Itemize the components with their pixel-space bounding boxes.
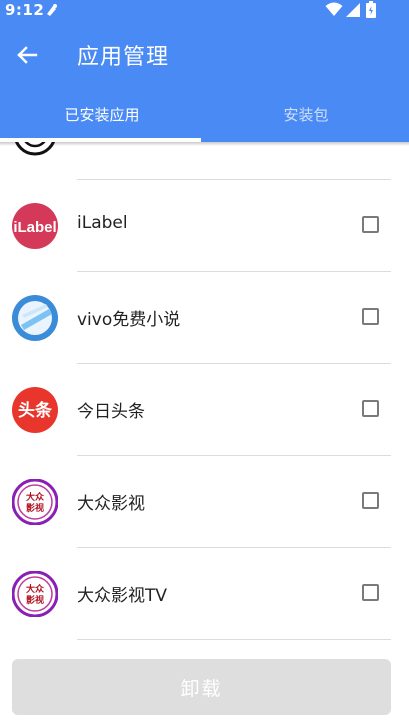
battery-icon <box>366 1 376 18</box>
app-name: 大众影视 <box>77 494 145 514</box>
vivo-novel-app-icon <box>12 295 58 341</box>
ilabel-icon-text: iLabel <box>13 219 56 236</box>
back-arrow-icon[interactable] <box>12 40 42 70</box>
notification-icon <box>47 4 57 16</box>
signal-icon <box>346 3 360 17</box>
app-name: 今日头条 <box>77 402 145 422</box>
svg-text:影视: 影视 <box>26 594 44 606</box>
app-checkbox[interactable] <box>362 584 379 601</box>
app-name: vivo免费小说 <box>77 310 181 330</box>
wifi-icon <box>325 2 343 16</box>
row-divider <box>77 639 391 640</box>
toutiao-icon-text: 头条 <box>18 400 53 421</box>
ring-app-icon <box>15 142 55 156</box>
list-item[interactable] <box>0 142 409 180</box>
dazhong-app-icon: 大众 影视 <box>12 479 58 525</box>
app-name: 大众影视TV <box>77 586 168 606</box>
uninstall-button[interactable]: 卸载 <box>12 659 391 715</box>
svg-text:影视: 影视 <box>26 502 44 514</box>
list-item[interactable]: 大众 影视 大众影视 <box>0 456 409 548</box>
tab-installed-apps[interactable]: 已安装应用 <box>0 93 204 140</box>
app-checkbox[interactable] <box>362 216 379 233</box>
ilabel-app-icon: iLabel <box>12 203 58 249</box>
list-item[interactable]: iLabel iLabel <box>0 180 409 272</box>
status-bar: 9:12 <box>0 0 409 22</box>
list-item[interactable]: vivo免费小说 <box>0 272 409 364</box>
list-item[interactable]: 大众 影视 大众影视TV <box>0 548 409 640</box>
page-title: 应用管理 <box>77 45 170 70</box>
footer: 卸载 <box>0 652 409 726</box>
app-header: 9:12 应用管理 已安装应用 安装包 <box>0 0 409 142</box>
app-checkbox[interactable] <box>362 400 379 417</box>
app-name: iLabel <box>77 213 128 233</box>
dazhong-tv-app-icon: 大众 影视 <box>12 571 58 617</box>
tab-bar: 已安装应用 安装包 <box>0 93 409 142</box>
status-time: 9:12 <box>5 1 45 19</box>
toutiao-app-icon: 头条 <box>12 387 58 433</box>
svg-text:大众: 大众 <box>26 491 45 503</box>
app-checkbox[interactable] <box>362 492 379 509</box>
app-list[interactable]: iLabel iLabel vivo免费小说 头条 今日头条 大众 影视 大众影… <box>0 142 409 652</box>
list-item[interactable]: 头条 今日头条 <box>0 364 409 456</box>
app-checkbox[interactable] <box>362 308 379 325</box>
tab-install-packages[interactable]: 安装包 <box>204 93 408 140</box>
svg-text:大众: 大众 <box>26 583 45 595</box>
